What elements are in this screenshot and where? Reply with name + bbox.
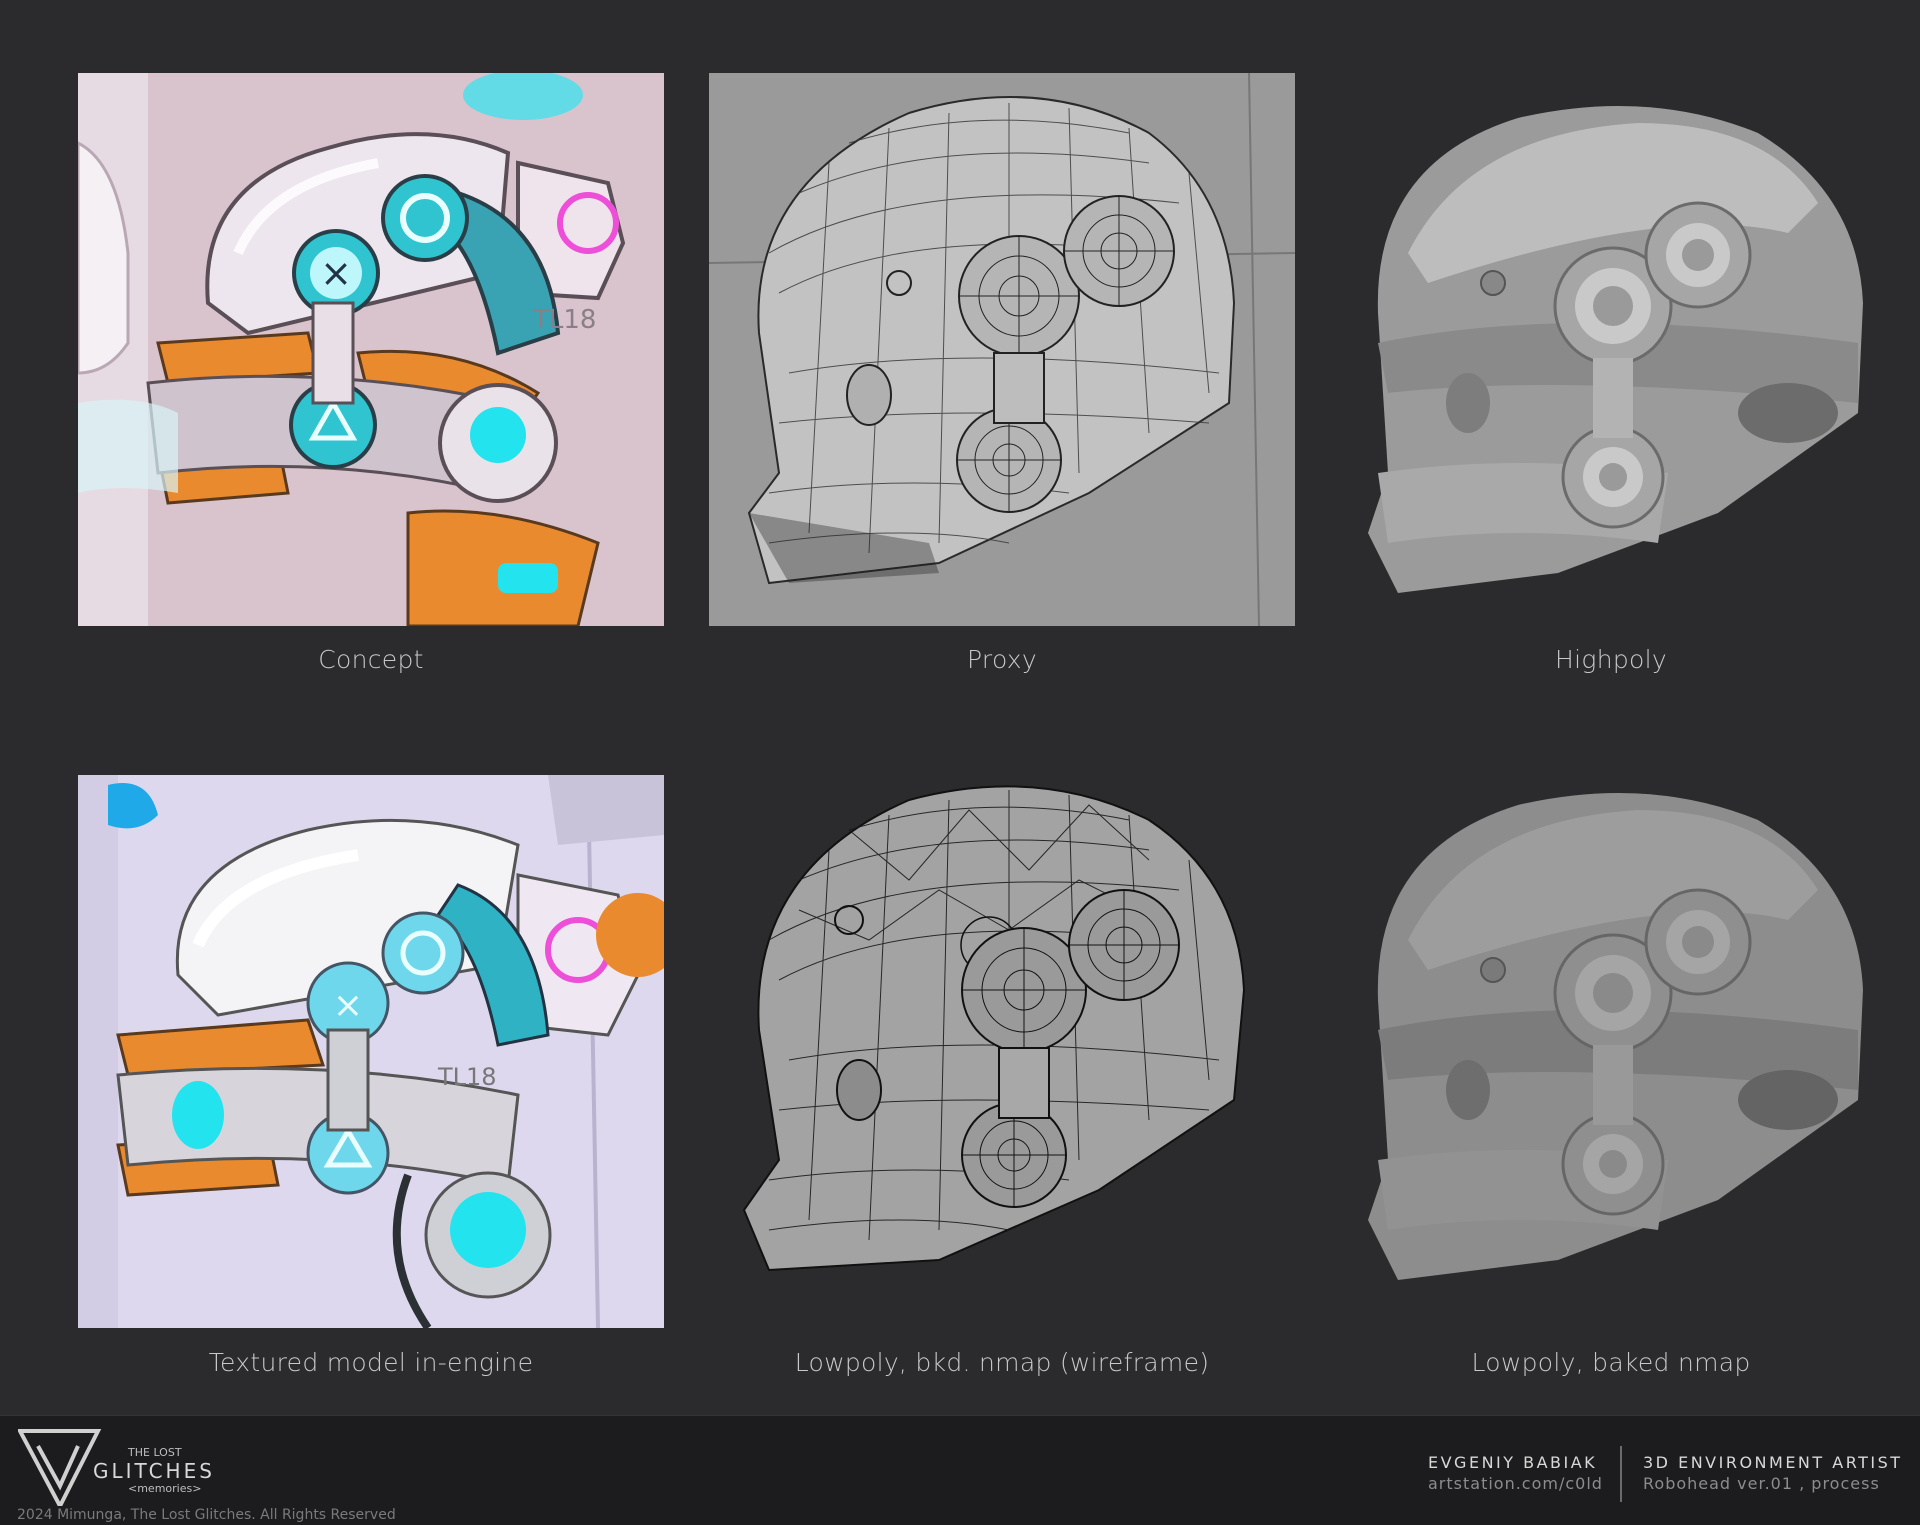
proxy-image [709,73,1295,626]
logo-main-text: GLITCHES [93,1459,215,1483]
lowpoly-wireframe-render [709,760,1295,1313]
author-name: EVGENIY BABIAK [1428,1453,1598,1472]
footer-divider [1620,1446,1622,1502]
textured-render: × TL18 [78,775,664,1328]
footer-bar: THE LOST GLITCHES <memories> 2024 Mimung… [0,1415,1920,1525]
author-link[interactable]: artstation.com/c0ld [1428,1474,1603,1493]
svg-text:×: × [320,251,352,295]
project-title: Robohead ver.01 , process [1643,1474,1880,1493]
proxy-wireframe-render [709,73,1295,626]
logo-top-text: THE LOST [127,1446,182,1459]
caption-highpoly: Highpoly [1555,645,1667,674]
lowpoly-baked-image [1318,760,1904,1313]
caption-textured: Textured model in-engine [208,1348,534,1377]
highpoly-render [1318,73,1904,626]
textured-tag: TL18 [437,1063,497,1091]
the-lost-glitches-logo: THE LOST GLITCHES <memories> [18,1429,215,1506]
svg-text:×: × [333,985,363,1026]
concept-art: × TL18 [78,73,664,626]
logo-sub-text: <memories> [128,1482,201,1495]
caption-concept: Concept [318,645,424,674]
concept-tag: TL18 [532,305,596,335]
copyright-text: 2024 Mimunga, The Lost Glitches. All Rig… [17,1507,396,1523]
author-role: 3D ENVIRONMENT ARTIST [1643,1453,1903,1472]
concept-image: × TL18 [78,73,664,626]
highpoly-image [1318,73,1904,626]
caption-proxy: Proxy [967,645,1037,674]
textured-image: × TL18 [78,775,664,1328]
lowpoly-baked-render [1318,760,1904,1313]
lowpoly-wire-image [709,760,1295,1313]
caption-lowpoly-baked: Lowpoly, baked nmap [1471,1348,1751,1377]
caption-lowpoly-wire: Lowpoly, bkd. nmap (wireframe) [794,1348,1210,1377]
